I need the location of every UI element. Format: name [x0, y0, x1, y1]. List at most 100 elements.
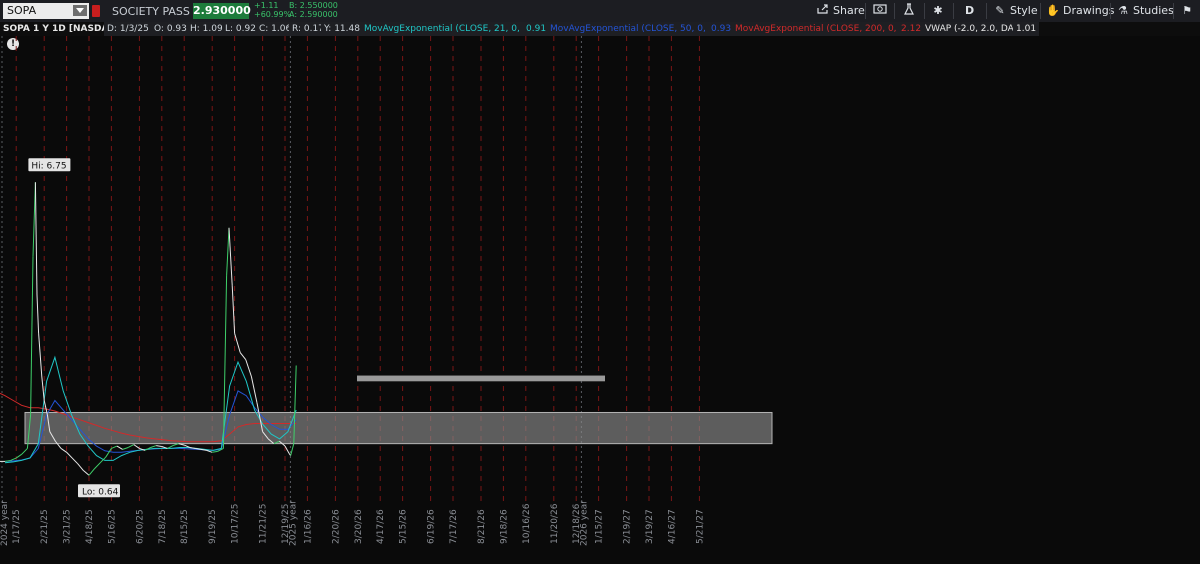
- alert-flag-icon[interactable]: [92, 5, 100, 17]
- price-segment: [34, 182, 38, 295]
- price-segment: [245, 359, 252, 377]
- chart-canvas[interactable]: 1/17/25 2/21/25 3/21/25 4/18/25 5/16/25 6/20/…: [0, 36, 1200, 561]
- price-segment: [290, 443, 295, 456]
- x-tick-label: 3/19/27: [645, 509, 655, 544]
- x-tick-label: 6/20/25: [135, 509, 145, 544]
- pin-icon: ⚑: [1182, 4, 1192, 17]
- hi-label: Hi: 6.75: [31, 161, 66, 171]
- date-readout: D: 1/3/25: [104, 22, 152, 36]
- x-tick-label: 1/17/25: [12, 509, 22, 544]
- x-tick-label: 4/17/26: [376, 509, 386, 544]
- divider: [1173, 3, 1174, 19]
- change-percent: +60.99%: [254, 10, 292, 19]
- drawings-label: Drawings: [1063, 4, 1115, 17]
- x-tick-label: 3/21/25: [63, 509, 73, 544]
- year-label: 2024 year: [0, 500, 10, 546]
- ask-value: A: 2.590000: [289, 10, 338, 19]
- x-tick-label: 11/21/25: [259, 504, 269, 544]
- divider: [953, 3, 954, 19]
- x-tick-label: 9/19/25: [208, 509, 218, 544]
- chart-title: SOPA 1 Y 1D [NASDAQ]: [3, 24, 121, 34]
- study-status-bar: SOPA 1 Y 1D [NASDAQ] D: 1/3/25 O: 0.93 H…: [0, 22, 1200, 36]
- share-icon: [816, 3, 830, 19]
- price-segment: [10, 457, 17, 461]
- ema200-label[interactable]: MovAvgExponential (CLOSE, 200, 0, no): [732, 22, 918, 36]
- settings-button[interactable]: ✱: [931, 3, 948, 19]
- price-chart[interactable]: 1/17/25 2/21/25 3/21/25 4/18/25 5/16/25 6/20/…: [0, 36, 1200, 561]
- price-change: +1.11 +60.99%: [254, 1, 291, 19]
- pin-button[interactable]: ⚑: [1180, 3, 1197, 19]
- low-readout: L: 0.92: [222, 22, 259, 36]
- vwap-label[interactable]: VWAP (-2.0, 2.0, DAY): [922, 22, 1026, 36]
- x-tick-label: 8/21/26: [477, 509, 487, 544]
- divider: [1110, 3, 1111, 19]
- x-tick-label: 2/19/27: [623, 509, 633, 544]
- share-label: Share: [833, 4, 865, 17]
- ema50-label[interactable]: MovAvgExponential (CLOSE, 50, 0, no): [547, 22, 727, 36]
- studies-label: Studies: [1133, 4, 1174, 17]
- camera-icon: [873, 3, 887, 19]
- price-segment: [30, 256, 34, 415]
- year-label: 2025 year: [288, 500, 298, 546]
- top-toolbar: SOPA SOCIETY PASS INC 2.930000 +1.11 +60…: [0, 0, 1200, 23]
- ema50-value: 0.93: [708, 22, 735, 36]
- price-segment: [111, 445, 118, 449]
- price-segment: [228, 227, 233, 286]
- divider: [1040, 3, 1041, 19]
- divider: [894, 3, 895, 19]
- drawings-button[interactable]: ✋ Drawings: [1046, 3, 1114, 19]
- divider: [986, 3, 987, 19]
- x-tick-label: 7/18/25: [158, 509, 168, 544]
- x-tick-label: 5/15/26: [399, 509, 409, 544]
- resistance-line: [357, 375, 605, 382]
- lo-label: Lo: 0.64: [82, 487, 119, 497]
- chevron-down-icon[interactable]: [73, 5, 87, 16]
- bid-value: B: 2.550000: [289, 1, 338, 10]
- price-segment: [66, 451, 73, 459]
- x-tick-label: 3/20/26: [354, 509, 364, 544]
- ema21-label[interactable]: MovAvgExponential (CLOSE, 21, 0, no): [361, 22, 541, 36]
- price-segment: [88, 468, 95, 476]
- drawings-icon: ✋: [1046, 4, 1060, 17]
- price-segment: [239, 352, 247, 361]
- x-tick-label: 5/16/25: [107, 509, 117, 544]
- price-segment: [77, 463, 84, 471]
- share-button[interactable]: Share: [816, 3, 865, 19]
- price-segment: [127, 444, 135, 448]
- studies-icon: ⚗: [1118, 4, 1128, 17]
- price-segment: [60, 448, 67, 453]
- x-tick-label: 9/18/26: [499, 509, 509, 544]
- price-segment: [105, 448, 112, 458]
- flask-button[interactable]: [902, 3, 919, 19]
- x-tick-label: 11/20/26: [550, 503, 560, 544]
- divider: [924, 3, 925, 19]
- x-tick-label: 4/18/25: [85, 509, 95, 544]
- snapshot-button[interactable]: [873, 3, 890, 19]
- price-segment: [83, 470, 90, 476]
- year-label: 2026 year: [579, 500, 589, 546]
- style-button[interactable]: ✎ Style: [993, 3, 1038, 19]
- high-readout: H: 1.09: [187, 22, 226, 36]
- period-button[interactable]: D: [965, 3, 974, 19]
- open-readout: O: 0.93: [151, 22, 190, 36]
- x-tick-label: 10/17/25: [231, 504, 241, 544]
- ema200-value: 2.12: [898, 22, 925, 36]
- symbol-selector[interactable]: SOPA: [3, 3, 89, 19]
- x-tick-label: 10/16/26: [522, 503, 532, 544]
- price-segment: [94, 462, 101, 469]
- symbol-text: SOPA: [7, 4, 37, 17]
- x-tick-label: 7/17/26: [449, 509, 459, 544]
- y-readout: Y: 11.48: [321, 22, 363, 36]
- style-label: Style: [1010, 4, 1038, 17]
- pencil-icon: ✎: [995, 4, 1005, 17]
- x-tick-label: 4/16/27: [667, 509, 677, 544]
- price-segment: [116, 445, 123, 450]
- price-segment: [32, 182, 36, 257]
- price-segment: [133, 444, 140, 449]
- price-segment: [250, 376, 258, 403]
- studies-button[interactable]: ⚗ Studies: [1116, 3, 1174, 19]
- x-tick-label: 2/21/25: [40, 509, 50, 544]
- flask-icon: [902, 3, 916, 20]
- divider: [865, 3, 866, 19]
- x-tick-label: 6/19/26: [427, 509, 437, 544]
